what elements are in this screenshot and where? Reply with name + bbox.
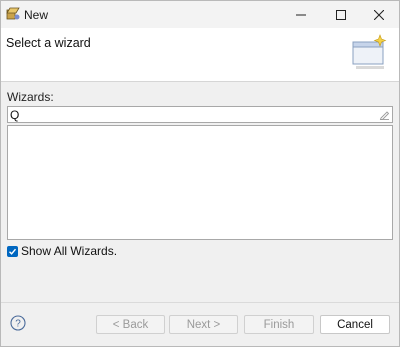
- cancel-button[interactable]: Cancel: [320, 315, 390, 334]
- maximize-button[interactable]: [321, 1, 361, 28]
- app-icon: [6, 7, 20, 20]
- show-all-wizards-checkbox[interactable]: Show All Wizards.: [7, 244, 117, 258]
- clear-filter-icon[interactable]: [379, 109, 390, 120]
- checkbox-checked-icon[interactable]: [7, 245, 18, 257]
- wizard-header: Select a wizard: [1, 28, 399, 82]
- show-all-wizards-label: Show All Wizards.: [21, 244, 118, 258]
- svg-text:?: ?: [15, 319, 21, 330]
- new-wizard-banner-icon: [352, 34, 387, 69]
- minimize-icon: [296, 14, 306, 15]
- window-title: New: [24, 8, 49, 22]
- title-bar[interactable]: New: [1, 1, 399, 28]
- close-button[interactable]: [359, 1, 399, 28]
- checkmark-icon: [9, 248, 17, 255]
- help-icon[interactable]: ?: [10, 315, 26, 331]
- wizard-filter-input[interactable]: [7, 106, 393, 123]
- close-icon: [374, 9, 384, 20]
- wizards-label: Wizards:: [7, 90, 54, 104]
- wizard-tree[interactable]: [7, 125, 393, 240]
- maximize-icon: [336, 9, 346, 20]
- page-title: Select a wizard: [6, 36, 91, 50]
- new-wizard-dialog: New Select a wizard Wizards: Show All: [0, 0, 400, 347]
- next-button[interactable]: Next >: [169, 315, 238, 334]
- back-button[interactable]: < Back: [96, 315, 165, 334]
- footer-divider: [1, 302, 399, 303]
- minimize-button[interactable]: [281, 1, 321, 28]
- finish-button[interactable]: Finish: [244, 315, 314, 334]
